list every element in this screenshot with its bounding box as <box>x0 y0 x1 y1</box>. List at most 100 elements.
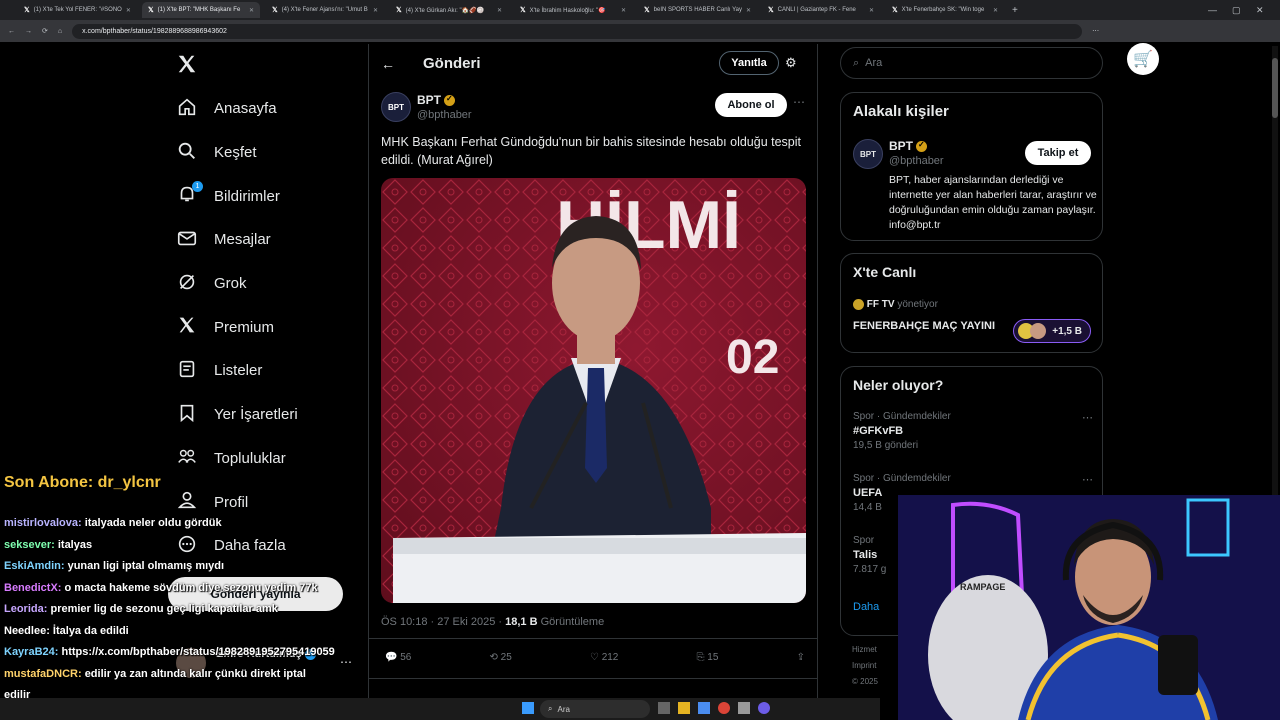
listeners-pill[interactable]: +1,5 B <box>1013 319 1091 343</box>
app-icon[interactable] <box>738 702 750 714</box>
like-count: 212 <box>601 652 619 663</box>
person-icon <box>176 489 198 515</box>
follow-button[interactable]: Abone ol <box>715 93 787 117</box>
reply-button[interactable]: Yanıtla <box>719 51 779 75</box>
chrome-icon[interactable] <box>718 702 730 714</box>
sidebar-item-mail[interactable]: Mesajlar <box>172 218 362 262</box>
app-icon[interactable] <box>698 702 710 714</box>
chat-text: italyas <box>57 538 93 551</box>
taskbar-search-input[interactable]: Ara <box>557 705 569 714</box>
window-close-button[interactable]: ✕ <box>1256 5 1280 16</box>
tab-close-icon[interactable]: ✕ <box>373 7 378 14</box>
url-field[interactable]: x.com/bpthaber/status/198288968898694360… <box>72 23 1083 39</box>
tab-close-icon[interactable]: ✕ <box>621 7 626 14</box>
sliders-icon[interactable]: ⚙ <box>785 55 797 71</box>
browser-tab[interactable]: 𝕏 (4) X'te Gürkan Akı: "🏠🏈🏐 ✕ <box>390 2 508 18</box>
reply-action[interactable]: 💬 56 <box>385 652 411 663</box>
chat-text: italyada neler oldu gördük <box>84 517 222 529</box>
reload-icon[interactable]: ⟳ <box>42 27 48 35</box>
window-maximize-button[interactable]: ▢ <box>1232 5 1256 16</box>
search-box[interactable]: ⌕ Ara <box>840 47 1103 79</box>
home-nav-icon[interactable]: ⌂ <box>58 28 62 35</box>
sidebar-item-list[interactable]: Listeler <box>172 349 362 393</box>
new-tab-button[interactable]: + <box>1012 5 1018 16</box>
follow-related-button[interactable]: Takip et <box>1025 141 1091 165</box>
chat-message: Leorida: premier lig de sezonu geç ligi … <box>4 603 364 625</box>
footer-link[interactable]: Hizmet <box>852 642 878 658</box>
tab-close-icon[interactable]: ✕ <box>746 7 751 14</box>
sidebar-item-home[interactable]: Anasayfa <box>172 87 362 131</box>
url-text: x.com/bpthaber/status/198288968898694360… <box>82 27 227 35</box>
listener-avatar <box>1030 323 1046 339</box>
author-handle[interactable]: @bpthaber <box>417 109 472 121</box>
browser-tab[interactable]: 𝕏beIN SPORTS HABER Canlı Yay ✕ <box>638 2 756 18</box>
trend-more-icon[interactable]: ⋯ <box>1082 473 1093 486</box>
back-arrow-icon[interactable]: ← <box>381 56 395 72</box>
related-handle[interactable]: @bpthaber <box>889 155 944 167</box>
tab-close-icon[interactable]: ✕ <box>126 7 131 14</box>
tab-favicon-icon: 𝕏 <box>892 7 898 14</box>
communities-icon <box>176 445 198 471</box>
taskview-icon[interactable] <box>658 702 670 714</box>
search-input[interactable]: Ara <box>865 57 882 69</box>
x-logo-icon[interactable] <box>176 53 198 80</box>
tab-close-icon[interactable]: ✕ <box>249 7 254 14</box>
taskbar-search[interactable]: ⌕ Ara <box>540 700 650 718</box>
post-timestamp: ÖS 10:18 · 27 Eki 2025 · <box>381 616 506 628</box>
views-label: Görüntüleme <box>537 616 605 628</box>
post-image[interactable]: HİLMİ 02 <box>381 178 806 603</box>
browser-tab[interactable]: 𝕏 (1) X'te BPT: "MHK Başkanı Fe ✕ <box>142 2 260 18</box>
browser-tab[interactable]: 𝕏 X'te Fenerbahçe SK: "Win toge ✕ <box>886 2 1004 18</box>
live-card[interactable]: X'te Canlı FF TV yönetiyor FENERBAHÇE MA… <box>840 253 1103 353</box>
extensions-icon[interactable]: ⋯ <box>1092 27 1099 35</box>
browser-tab[interactable]: 𝕏 (4) X'te Fener Ajansı'nı: "Umut B ✕ <box>266 2 384 18</box>
chat-username: seksever: <box>4 538 55 551</box>
tab-close-icon[interactable]: ✕ <box>497 7 502 14</box>
related-name-text: BPT <box>889 139 913 153</box>
chat-text: yunan ligi iptal olmamış mıydı <box>67 560 225 572</box>
host-avatar <box>853 299 864 310</box>
show-more-link[interactable]: Daha <box>853 601 879 613</box>
browser-tab[interactable]: 𝕏 X'te İbrahim Haskoloğlu: "🎯 ✕ <box>514 2 632 18</box>
tab-title: CANLI | Gaziantep FK - Fene <box>777 7 856 13</box>
related-avatar[interactable]: BPT <box>853 139 883 169</box>
tab-favicon-icon: 𝕏 <box>272 7 278 14</box>
webcam-image: RAMPAGE <box>898 495 1280 720</box>
sidebar-item-bell[interactable]: 1 Bildirimler <box>172 174 362 218</box>
share-icon[interactable]: ⇪ <box>797 652 805 663</box>
window-minimize-button[interactable]: — <box>1208 5 1232 15</box>
like-action[interactable]: ♡ 212 <box>590 652 618 663</box>
cart-icon[interactable]: 🛒 <box>1127 43 1159 75</box>
chat-text: https://x.com/bpthaber/status/1982891952… <box>61 646 335 658</box>
sidebar-item-x[interactable]: Premium <box>172 305 362 349</box>
bookmark-action[interactable]: ⎘ 15 <box>697 652 719 663</box>
chat-message: Needlee: İtalya da edildi <box>4 625 364 647</box>
author-name[interactable]: BPT <box>417 93 455 107</box>
app-icon[interactable] <box>758 702 770 714</box>
trend-item[interactable]: Spor · Gündemdekiler #GFKvFB 19,5 B gönder… <box>853 411 1093 473</box>
tab-close-icon[interactable]: ✕ <box>869 7 874 14</box>
sidebar-item-grok[interactable]: Grok <box>172 262 362 306</box>
trend-meta: Spor · Gündemdekiler <box>853 411 951 422</box>
author-avatar[interactable]: BPT <box>381 92 411 122</box>
sidebar-item-bookmark[interactable]: Yer İşaretleri <box>172 393 362 437</box>
more-options-icon[interactable]: ⋯ <box>793 95 805 109</box>
bell-icon: 1 <box>176 181 203 209</box>
chat-text: o macta hakeme sövdüm diye sezonu yedim … <box>64 581 318 594</box>
tab-close-icon[interactable]: ✕ <box>993 7 998 14</box>
start-button-icon[interactable] <box>522 702 534 714</box>
scrollbar-thumb[interactable] <box>1272 58 1278 118</box>
forward-nav-icon[interactable]: → <box>25 28 32 35</box>
sidebar-item-search[interactable]: Keşfet <box>172 131 362 175</box>
file-explorer-icon[interactable] <box>678 702 690 714</box>
trend-more-icon[interactable]: ⋯ <box>1082 411 1093 424</box>
browser-tab[interactable]: 𝕏 CANLI | Gaziantep FK - Fene ✕ <box>762 2 880 18</box>
footer-link[interactable]: Imprint <box>852 658 878 674</box>
chat-message: BenedictX: o macta hakeme sövdüm diye se… <box>4 582 364 604</box>
related-name[interactable]: BPT <box>889 139 927 153</box>
browser-tab[interactable]: 𝕏 (1) X'te Tek Yol FENER: "#SONO ✕ <box>18 2 136 18</box>
sidebar-item-communities[interactable]: Topluluklar <box>172 437 362 481</box>
back-nav-icon[interactable]: ← <box>8 28 15 35</box>
repost-action[interactable]: ⟲ 25 <box>490 652 512 663</box>
svg-text:RAMPAGE: RAMPAGE <box>960 582 1005 592</box>
